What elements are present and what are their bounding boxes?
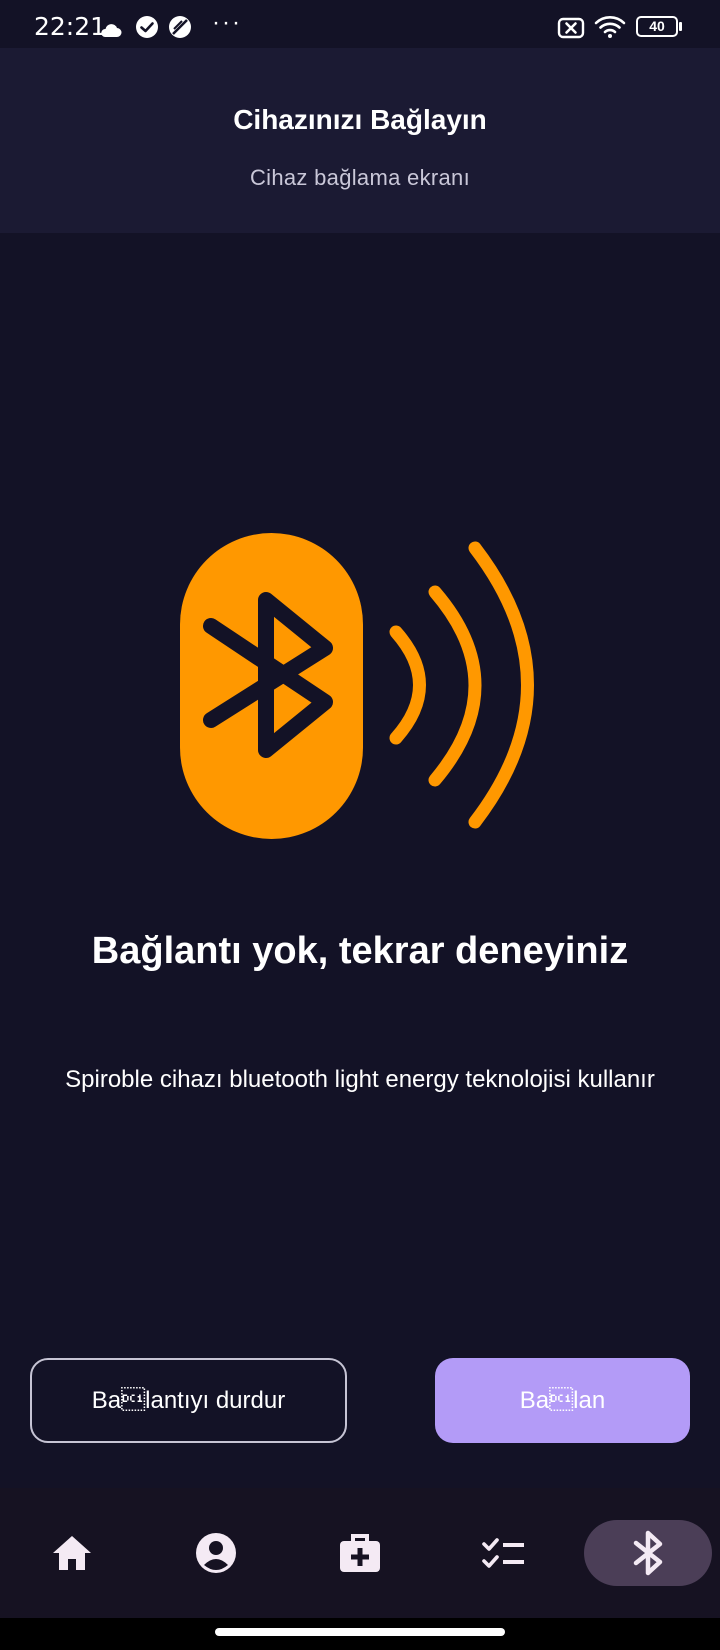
connection-info-text: Spiroble cihazı bluetooth light energy t… — [65, 1066, 655, 1093]
bluetooth-broadcast-icon — [180, 533, 534, 839]
nav-profile[interactable] — [176, 1520, 256, 1586]
medical-kit-icon — [340, 1534, 380, 1572]
nav-home[interactable] — [32, 1520, 112, 1586]
connect-button[interactable]: Balan — [435, 1358, 690, 1443]
nav-medical[interactable] — [320, 1520, 400, 1586]
home-gesture-bar[interactable] — [215, 1628, 505, 1636]
connection-status-title: Bağlantı yok, tekrar deneyiniz — [91, 930, 629, 972]
checklist-icon — [482, 1538, 524, 1568]
battery-icon: 40 — [636, 16, 678, 37]
nav-tasks[interactable] — [464, 1520, 544, 1586]
bottom-navigation — [0, 1488, 720, 1618]
page-title: Cihazınızı Bağlayın — [233, 104, 487, 135]
sim-off-icon — [557, 17, 585, 39]
wifi-icon — [594, 16, 626, 38]
cloud-icon — [101, 24, 122, 37]
battery-level: 40 — [649, 18, 665, 34]
bluetooth-icon — [633, 1530, 663, 1576]
status-bar: 22:21 ··· 40 — [0, 0, 720, 48]
app-header: Cihazınızı Bağlayın Cihaz bağlama ekranı — [0, 48, 720, 233]
profile-icon — [196, 1533, 236, 1573]
nav-bluetooth[interactable] — [584, 1520, 712, 1586]
check-circle-icon — [136, 16, 158, 38]
stop-connection-button[interactable]: Balantıyı durdur — [30, 1358, 347, 1443]
home-icon — [53, 1536, 91, 1570]
battery-tip — [679, 22, 682, 31]
status-time: 22:21 — [34, 12, 107, 41]
no-disturb-icon — [169, 16, 191, 38]
page-subtitle: Cihaz bağlama ekranı — [249, 165, 470, 190]
more-notifications-icon: ··· — [212, 9, 242, 36]
gesture-area — [0, 1618, 720, 1650]
device-connect-screen: 22:21 ··· 40 Cihazınızı Bağlayın Cihaz b… — [0, 0, 720, 1650]
